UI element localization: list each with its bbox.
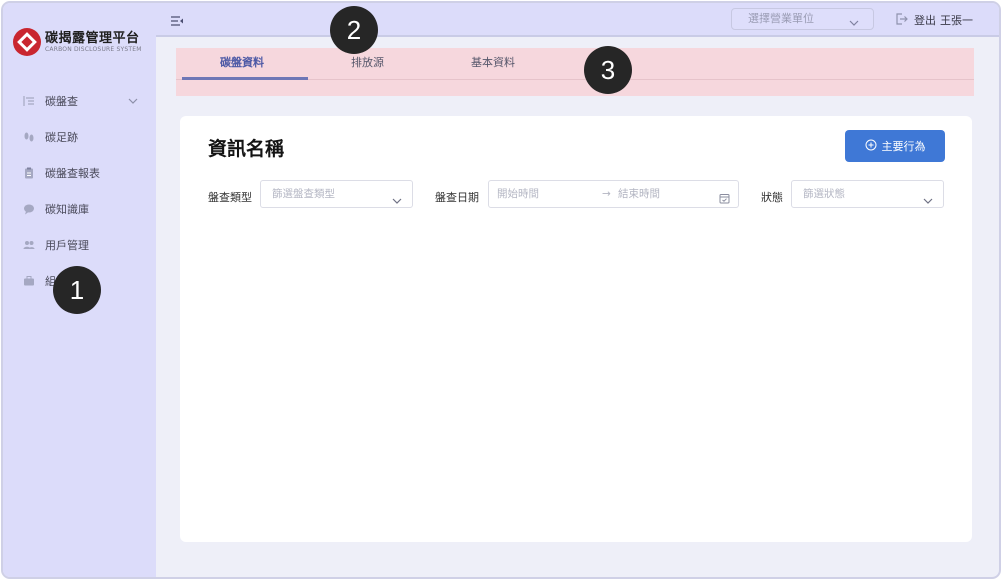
annotation-marker-3: 3 <box>584 46 632 94</box>
sidebar-collapse-icon[interactable] <box>170 12 184 31</box>
logo-text: 碳揭露管理平台 CARBON DISCLOSURE SYSTEM <box>45 32 142 53</box>
tab-emission-sources[interactable]: 排放源 <box>351 54 384 70</box>
app-logo[interactable]: 碳揭露管理平台 CARBON DISCLOSURE SYSTEM <box>13 28 142 56</box>
sidebar-item-label: 碳盤查報表 <box>45 167 100 180</box>
tab-basic-info[interactable]: 基本資料 <box>471 54 515 70</box>
sidebar-item-carbon-footprint[interactable]: 碳足跡 <box>3 119 156 155</box>
date-range-picker[interactable]: 開始時間 → 結束時間 <box>488 180 739 208</box>
date-start-input[interactable]: 開始時間 <box>497 188 539 200</box>
logout-label: 登出 <box>914 14 936 27</box>
chevron-down-icon <box>923 189 933 215</box>
logo-subtitle: CARBON DISCLOSURE SYSTEM <box>45 45 142 53</box>
chevron-down-icon[interactable] <box>128 95 138 108</box>
status-label: 狀態 <box>761 191 783 204</box>
briefcase-icon <box>23 275 35 287</box>
tab-carbon-inventory-data[interactable]: 碳盤資料 <box>220 54 264 70</box>
inventory-type-select[interactable]: 篩選盤查類型 <box>260 180 413 208</box>
logout-icon <box>895 12 908 28</box>
clipboard-icon <box>23 167 35 179</box>
active-tab-indicator <box>182 77 308 80</box>
sidebar-item-label: 碳盤查 <box>45 95 78 108</box>
date-range-separator: → <box>602 188 611 200</box>
main-card: 資訊名稱 主要行為 盤查類型 篩選盤查類型 盤查日期 開始時間 → 結束時間 狀… <box>180 116 972 542</box>
inventory-type-label: 盤查類型 <box>208 191 252 204</box>
app-window: 碳揭露管理平台 CARBON DISCLOSURE SYSTEM 碳盤查 碳足跡 <box>1 1 1001 579</box>
sidebar-item-label: 碳知識庫 <box>45 203 89 216</box>
inventory-date-label: 盤查日期 <box>435 191 479 204</box>
logout-button[interactable]: 登出 王張一 <box>895 12 973 28</box>
chevron-down-icon <box>392 189 402 215</box>
primary-action-label: 主要行為 <box>881 140 926 153</box>
status-placeholder: 篩選狀態 <box>803 188 845 200</box>
chat-bubble-icon <box>23 203 35 215</box>
users-icon <box>23 239 35 251</box>
date-end-input[interactable]: 結束時間 <box>618 181 660 207</box>
sidebar-item-user-management[interactable]: 用戶管理 <box>3 227 156 263</box>
footprint-icon <box>23 131 35 143</box>
logo-title: 碳揭露管理平台 <box>45 30 140 46</box>
sidebar-item-label: 碳足跡 <box>45 131 78 144</box>
list-tree-icon <box>23 95 35 107</box>
page-title: 資訊名稱 <box>208 138 285 160</box>
inventory-type-placeholder: 篩選盤查類型 <box>272 188 335 200</box>
sidebar-item-inventory-report[interactable]: 碳盤查報表 <box>3 155 156 191</box>
chevron-down-icon <box>849 14 859 34</box>
plus-circle-icon <box>865 139 877 154</box>
sidebar-item-label: 用戶管理 <box>45 239 89 252</box>
annotation-marker-2: 2 <box>330 6 378 54</box>
business-unit-select[interactable]: 選擇營業單位 <box>731 8 874 30</box>
logo-mark-icon <box>13 28 41 56</box>
sidebar-item-carbon-inventory[interactable]: 碳盤查 <box>3 83 156 119</box>
primary-action-button[interactable]: 主要行為 <box>845 130 945 162</box>
sidebar-item-knowledge-base[interactable]: 碳知識庫 <box>3 191 156 227</box>
business-unit-select-placeholder: 選擇營業單位 <box>748 12 814 25</box>
status-select[interactable]: 篩選狀態 <box>791 180 944 208</box>
tab-bar: 碳盤資料 排放源 基本資料 <box>176 48 974 96</box>
top-bar: 選擇營業單位 登出 王張一 <box>156 3 999 37</box>
calendar-icon[interactable] <box>719 188 730 214</box>
annotation-marker-1: 1 <box>53 266 101 314</box>
user-name: 王張一 <box>940 14 973 27</box>
